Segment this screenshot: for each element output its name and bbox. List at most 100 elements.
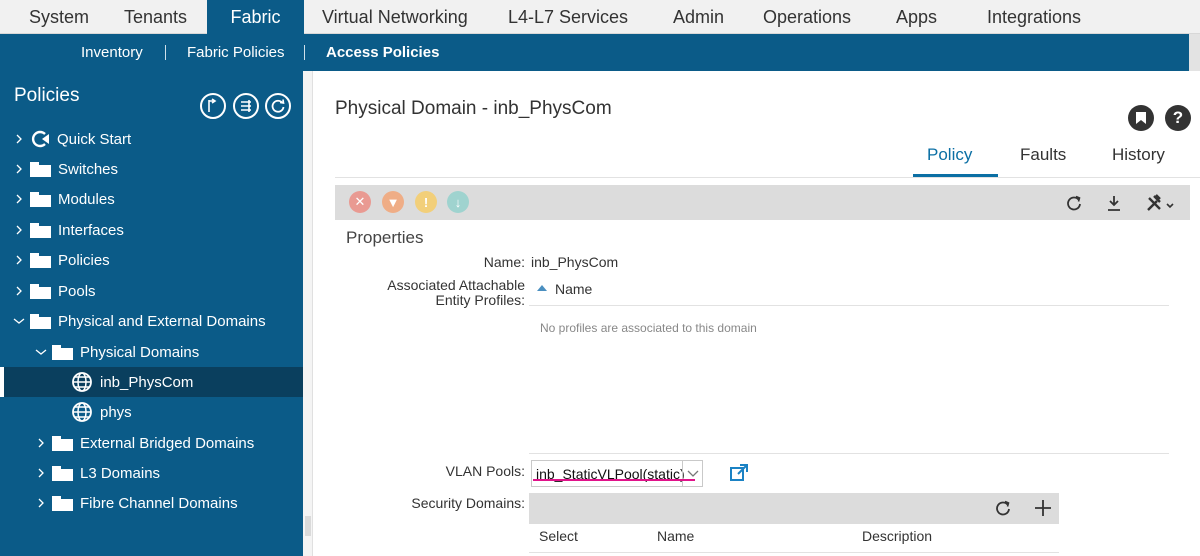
chevron-right-icon [11,131,27,147]
security-domains-toolbar [529,493,1059,524]
tab-system[interactable]: System [29,0,89,34]
folder-icon [30,222,51,238]
tree-item-label: phys [100,403,132,421]
external-link-icon [730,464,748,481]
tree-item-label: Fibre Channel Domains [80,494,238,512]
tree-item-l3-domains[interactable]: L3 Domains [0,458,303,488]
tree-item-label: Interfaces [58,221,124,239]
subnav-inventory[interactable]: Inventory [81,34,143,71]
open-external-button[interactable] [729,463,749,483]
aep-label-line2: Entity Profiles: [435,292,525,308]
main-panel: Physical Domain - inb_PhysCom ? Policy F… [313,71,1200,556]
collapse-tree-button[interactable] [200,93,226,119]
tab-fabric[interactable]: Fabric [207,0,304,35]
tab-admin[interactable]: Admin [673,0,724,34]
help-button[interactable]: ? [1165,105,1191,131]
tree-item-physical-domains[interactable]: Physical Domains [0,337,303,367]
bookmark-button[interactable] [1128,105,1154,131]
tree-item-fibre-channel-domains[interactable]: Fibre Channel Domains [0,488,303,518]
splitter-handle[interactable] [305,516,311,536]
tree-item-label: Pools [58,282,96,300]
vlan-pool-select[interactable]: inb_StaticVLPool(static) [531,460,703,487]
tree-item-inb-physcom[interactable]: inb_PhysCom [0,367,303,397]
download-icon [1108,196,1120,211]
tab-integrations[interactable]: Integrations [987,0,1081,34]
refresh-tree-button[interactable] [265,93,291,119]
aep-name-column[interactable]: Name [537,281,592,297]
refresh-icon [1067,195,1081,211]
tab-l4-l7-services[interactable]: L4-L7 Services [508,0,628,34]
column-select[interactable]: Select [539,528,578,544]
chevron-right-icon [11,283,27,299]
tree-item-interfaces[interactable]: Interfaces [0,215,303,245]
tree-item-label: External Bridged Domains [80,434,255,452]
column-name[interactable]: Name [657,528,694,544]
tree-item-label: inb_PhysCom [100,373,194,391]
table-divider [529,305,1169,306]
subnav-divider [165,45,166,60]
tree-item-phys[interactable]: phys [0,397,303,427]
tab-virtual-networking[interactable]: Virtual Networking [322,0,468,34]
chevron-right-icon [11,252,27,268]
refresh-button[interactable] [994,499,1012,522]
folder-icon [30,161,51,177]
folder-icon [30,191,51,207]
download-button[interactable] [1106,190,1122,214]
top-nav: System Tenants Fabric Virtual Networking… [0,0,1200,35]
major-fault-icon[interactable]: ▼ [382,191,404,213]
tab-tenants[interactable]: Tenants [124,0,187,34]
refresh-button[interactable] [1065,190,1083,214]
name-value: inb_PhysCom [531,254,619,270]
chevron-down-icon [33,344,49,360]
folder-icon [52,495,73,511]
help-icon: ? [1172,108,1184,127]
minor-fault-icon[interactable]: ! [415,191,437,213]
tree-item-quick-start[interactable]: Quick Start [0,124,303,154]
chevron-down-icon[interactable] [682,461,702,486]
tab-operations[interactable]: Operations [763,0,851,34]
sub-nav: Inventory Fabric Policies Access Policie… [0,34,1200,71]
subnav-divider [304,45,305,60]
chevron-right-icon [33,465,49,481]
refresh-icon [271,99,285,113]
pane-splitter[interactable] [303,71,313,556]
globe-icon [72,402,92,422]
chevron-right-icon [11,222,27,238]
critical-fault-icon[interactable]: ✕ [349,191,371,213]
tab-policy[interactable]: Policy [927,145,972,165]
sort-ascending-icon [537,285,547,292]
column-description[interactable]: Description [862,528,932,544]
tree-item-switches[interactable]: Switches [0,154,303,184]
folder-icon [52,465,73,481]
tree-item-policies[interactable]: Policies [0,245,303,275]
refresh-icon [996,500,1010,516]
tree-item-pools[interactable]: Pools [0,276,303,306]
list-view-button[interactable] [233,93,259,119]
add-button[interactable] [1034,499,1052,522]
tree-item-external-bridged-domains[interactable]: External Bridged Domains [0,428,303,458]
globe-icon [72,372,92,392]
folder-icon [30,252,51,268]
column-label: Name [555,281,593,297]
subnav-fabric-policies[interactable]: Fabric Policies [187,34,285,71]
highlight-underline [533,479,695,481]
tab-faults[interactable]: Faults [1020,145,1066,165]
plus-icon [1035,500,1051,516]
tab-history[interactable]: History [1112,145,1165,165]
tree-item-label: Policies [58,251,110,269]
chevron-right-icon [33,495,49,511]
tools-menu-button[interactable] [1145,190,1177,214]
folder-icon [30,283,51,299]
table-divider [529,552,1059,553]
bookmark-icon [1136,112,1146,124]
subnav-access-policies[interactable]: Access Policies [326,34,439,71]
warning-fault-icon[interactable]: ↓ [447,191,469,213]
sidebar-title: Policies [14,85,80,106]
tree-item-physical-and-external-domains[interactable]: Physical and External Domains [0,306,303,336]
aep-label: Associated Attachable Entity Profiles: [353,278,525,308]
tree-item-modules[interactable]: Modules [0,184,303,214]
vlan-pools-label: VLAN Pools: [445,463,525,479]
sidebar: Policies Quick Start Switches Modules In… [0,71,303,556]
tab-apps[interactable]: Apps [896,0,937,34]
folder-icon [30,313,51,329]
